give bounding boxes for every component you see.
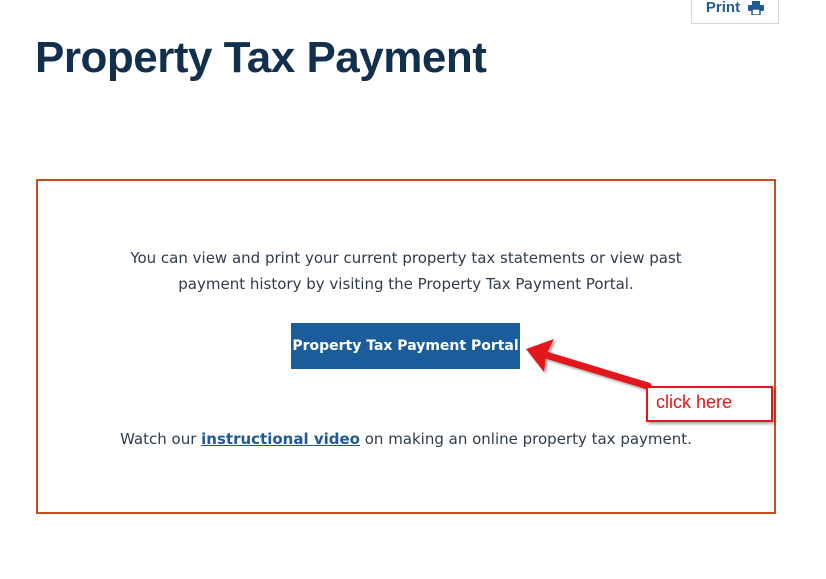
page: Print Property Tax Payment You can view … xyxy=(0,0,826,579)
page-title: Property Tax Payment xyxy=(35,33,487,82)
property-tax-portal-button[interactable]: Property Tax Payment Portal xyxy=(291,323,520,369)
video-suffix: on making an online property tax payment… xyxy=(359,430,692,448)
intro-text: You can view and print your current prop… xyxy=(130,249,682,293)
instructional-video-link[interactable]: instructional video xyxy=(201,430,360,448)
arrow-left-icon xyxy=(526,339,652,390)
click-here-label: click here xyxy=(646,386,773,422)
print-button[interactable]: Print xyxy=(691,0,779,24)
video-prefix: Watch our xyxy=(120,430,202,448)
print-label: Print xyxy=(705,0,741,16)
video-instructions: Watch our instructional video on making … xyxy=(38,429,774,449)
printer-icon xyxy=(748,0,765,15)
portal-info-box: You can view and print your current prop… xyxy=(36,179,776,514)
